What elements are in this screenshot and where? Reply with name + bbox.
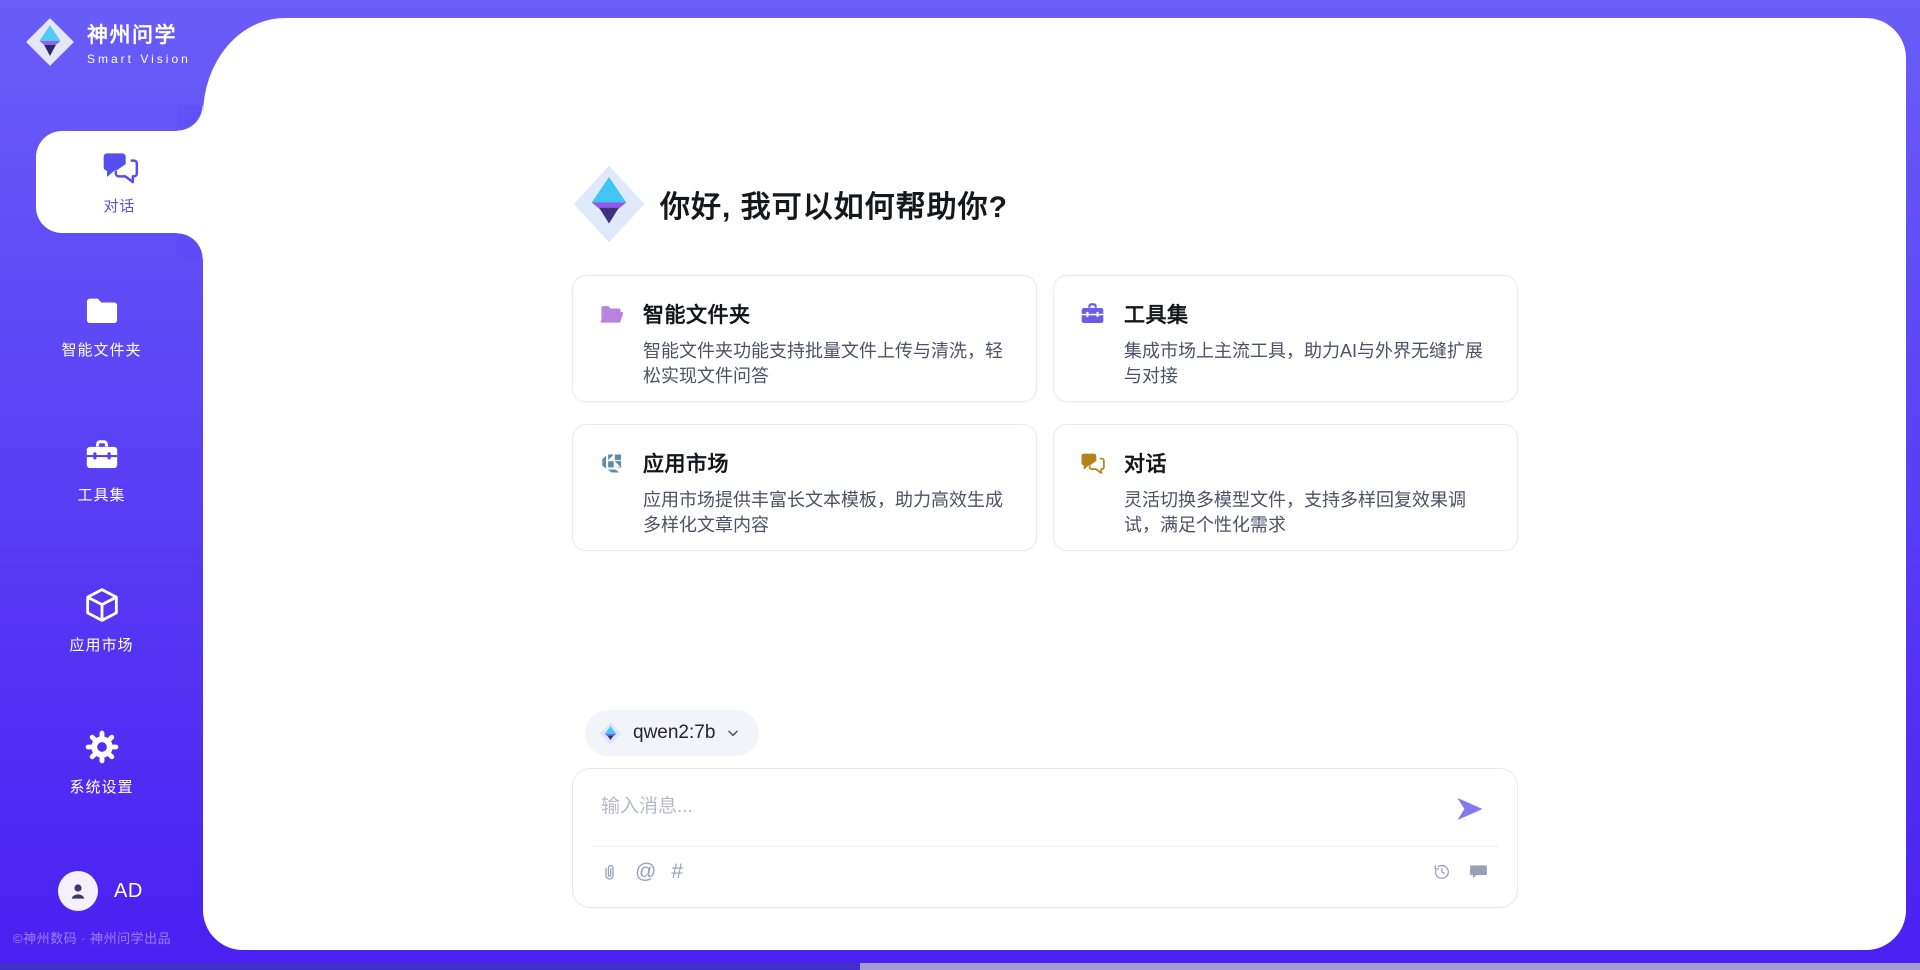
toolbox-icon <box>1079 301 1106 328</box>
sidebar: 神州问学 Smart Vision 对话 智能文件夹 工具集 <box>0 0 203 970</box>
card-title: 工具集 <box>1124 299 1189 329</box>
feature-cards: 智能文件夹 智能文件夹功能支持批量文件上传与清洗，轻松实现文件问答 工具集 集成… <box>572 275 1518 551</box>
card-title: 对话 <box>1124 448 1167 478</box>
card-title: 应用市场 <box>643 448 729 478</box>
sidebar-item-app-market[interactable]: 应用市场 <box>0 585 203 655</box>
grid-cube-icon <box>598 450 625 477</box>
folder-icon <box>83 292 121 330</box>
mention-icon[interactable]: @ <box>635 861 656 883</box>
brand-text: 神州问学 Smart Vision <box>87 19 191 66</box>
scrollbar-thumb[interactable] <box>0 963 860 970</box>
folder-open-icon <box>598 301 625 328</box>
avatar <box>58 871 98 911</box>
hashtag-icon[interactable]: # <box>671 861 683 883</box>
sidebar-item-label: 系统设置 <box>69 776 133 797</box>
card-smart-folder[interactable]: 智能文件夹 智能文件夹功能支持批量文件上传与清洗，轻松实现文件问答 <box>572 275 1037 402</box>
user-profile[interactable]: AD <box>58 871 143 911</box>
sidebar-item-label: 工具集 <box>77 484 125 505</box>
card-toolset[interactable]: 工具集 集成市场上主流工具，助力AI与外界无缝扩展与对接 <box>1053 275 1518 402</box>
sidebar-item-toolset[interactable]: 工具集 <box>0 437 203 505</box>
sidebar-item-smart-folder[interactable]: 智能文件夹 <box>0 292 203 360</box>
chevron-down-icon <box>725 725 741 741</box>
active-tab-fillet-top <box>177 105 203 131</box>
sidebar-item-chat[interactable]: 对话 <box>36 131 203 233</box>
composer-divider <box>591 846 1499 847</box>
model-logo-icon <box>598 721 623 746</box>
conversation-icon[interactable] <box>1468 861 1489 882</box>
card-app-market[interactable]: 应用市场 应用市场提供丰富长文本模板，助力高效生成多样化文章内容 <box>572 424 1037 551</box>
greeting: 你好, 我可以如何帮助你? <box>570 161 1008 247</box>
chat-icon <box>100 148 140 188</box>
sidebar-item-settings[interactable]: 系统设置 <box>0 727 203 797</box>
model-name: qwen2:7b <box>633 722 715 744</box>
card-description: 智能文件夹功能支持批量文件上传与清洗，轻松实现文件问答 <box>643 339 1012 389</box>
brand-subtitle: Smart Vision <box>87 52 191 66</box>
model-selector[interactable]: qwen2:7b <box>585 710 759 756</box>
active-tab-fillet-bottom <box>177 233 203 259</box>
horizontal-scrollbar[interactable] <box>0 963 1920 970</box>
assistant-logo-icon <box>570 161 648 247</box>
sidebar-item-label: 应用市场 <box>69 634 133 655</box>
attachment-icon[interactable] <box>599 862 620 883</box>
cube-icon <box>82 585 122 625</box>
copyright-footer: ©神州数码 · 神州问学出品 <box>13 928 171 947</box>
brand-logo-icon <box>22 14 78 70</box>
card-description: 应用市场提供丰富长文本模板，助力高效生成多样化文章内容 <box>643 488 1012 538</box>
card-title: 智能文件夹 <box>643 299 751 329</box>
greeting-title: 你好, 我可以如何帮助你? <box>660 182 1008 226</box>
history-icon[interactable] <box>1431 861 1452 882</box>
person-icon <box>66 879 90 903</box>
card-chat[interactable]: 对话 灵活切换多模型文件，支持多样回复效果调试，满足个性化需求 <box>1053 424 1518 551</box>
user-name: AD <box>114 880 143 903</box>
sidebar-item-label: 对话 <box>103 195 135 216</box>
toolbox-icon <box>83 437 121 475</box>
brand-name: 神州问学 <box>87 19 191 49</box>
message-composer: @ # <box>572 768 1518 908</box>
chat-icon <box>1079 450 1106 477</box>
gear-icon <box>82 727 122 767</box>
brand: 神州问学 Smart Vision <box>22 14 191 70</box>
content-area: 你好, 我可以如何帮助你? 智能文件夹 智能文件夹功能支持批量文件上传与清洗，轻… <box>572 18 1518 950</box>
card-description: 灵活切换多模型文件，支持多样回复效果调试，满足个性化需求 <box>1124 488 1493 538</box>
sidebar-item-label: 智能文件夹 <box>61 339 141 360</box>
card-description: 集成市场上主流工具，助力AI与外界无缝扩展与对接 <box>1124 339 1493 389</box>
send-icon[interactable] <box>1455 794 1485 824</box>
main-panel: 你好, 我可以如何帮助你? 智能文件夹 智能文件夹功能支持批量文件上传与清洗，轻… <box>203 18 1906 950</box>
message-input[interactable] <box>601 791 1441 841</box>
